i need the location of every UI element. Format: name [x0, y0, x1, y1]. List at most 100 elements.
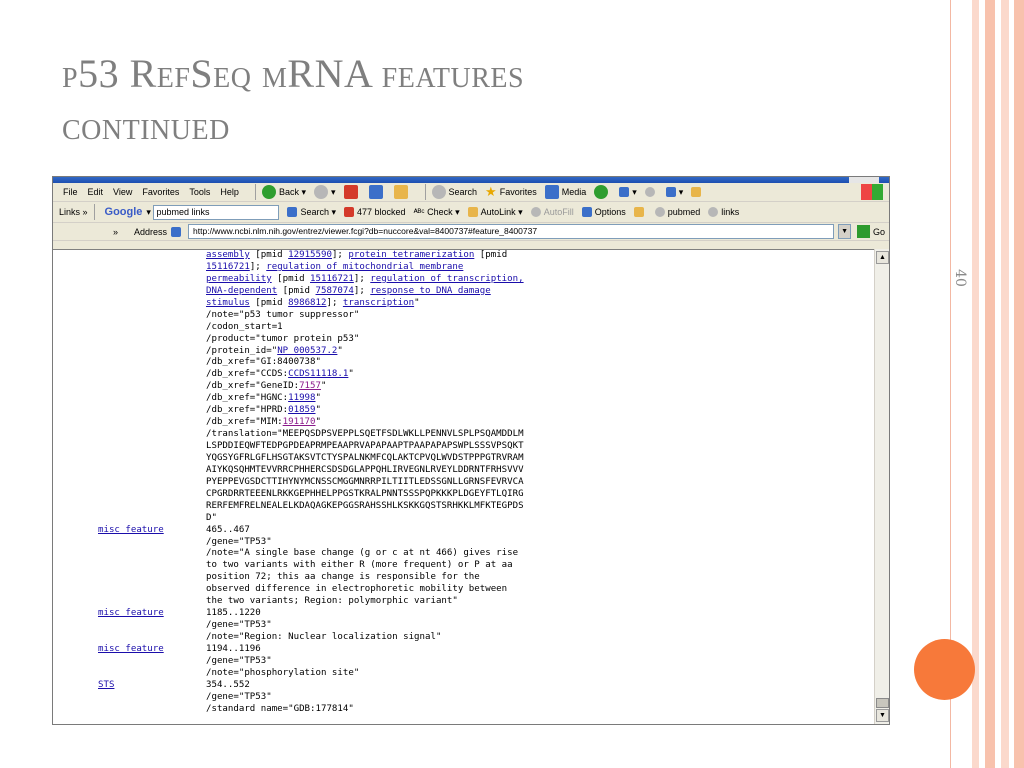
spell-check-button[interactable]: ᴬᴮᶜ Check ▾ [414, 207, 460, 218]
search-label: Search [448, 187, 478, 197]
highlight-button[interactable] [633, 207, 647, 217]
record-link[interactable]: 7587074 [316, 286, 354, 296]
back-button[interactable]: Back ▾ [261, 185, 306, 199]
record-line: /db_xref="GeneID:7157" [53, 381, 524, 393]
record-link[interactable]: assembly [206, 250, 250, 260]
vertical-scrollbar[interactable]: ▲ ▼ [874, 249, 889, 724]
separator [424, 184, 426, 200]
menu-edit[interactable]: Edit [88, 187, 104, 197]
value-text: ]; [353, 285, 371, 296]
options-button[interactable]: Options [581, 207, 626, 217]
record-link[interactable]: 191170 [283, 417, 316, 427]
popup-blocker[interactable]: 477 blocked [344, 207, 406, 217]
value-text: /db_xref="HPRD: [206, 405, 289, 416]
menu-help[interactable]: Help [220, 187, 239, 197]
scroll-up-button[interactable]: ▲ [876, 251, 889, 264]
record-link[interactable]: regulation of mitochondrial membrane [266, 262, 463, 272]
feature-key [53, 453, 206, 465]
feature-key [53, 572, 206, 584]
record-line: LSPDDIEQWFTEDPGPDEAPRMPEAAPRVAPAPAAPTPAA… [53, 441, 524, 453]
feature-key [53, 584, 206, 596]
feature-value: DNA-dependent [pmid 7587074]; response t… [206, 286, 491, 298]
links-term-label: links [721, 207, 740, 217]
autolink-button[interactable]: AutoLink ▾ [467, 207, 523, 218]
links-bar: Links » Google ▾ pubmed links Search ▾ 47… [53, 202, 889, 223]
record-link[interactable]: transcription [343, 298, 414, 308]
edit-button[interactable]: ▾ [665, 187, 683, 198]
favorites-button[interactable]: ★ Favorites [485, 184, 537, 200]
record-link[interactable]: 01859 [288, 405, 315, 415]
value-text: observed difference in electrophoretic m… [206, 584, 508, 595]
feature-value: PYEPPEVGSDCTTIHYNYMCNSSCMGGMNRRPILTIITLE… [206, 477, 524, 489]
feature-key [53, 668, 206, 680]
chevron-icon[interactable]: » [113, 227, 118, 237]
record-link[interactable]: protein tetramerization [348, 250, 474, 260]
feature-key-link[interactable]: misc_feature [98, 644, 164, 654]
record-link[interactable]: NP_000537.2 [277, 346, 337, 356]
print-button[interactable] [644, 187, 658, 197]
go-arrow-icon[interactable] [857, 225, 871, 238]
home-button[interactable] [393, 185, 411, 199]
google-search-button[interactable]: Search ▾ [287, 207, 336, 218]
decorative-circle [914, 639, 975, 700]
feature-key: misc_feature [53, 608, 206, 620]
star-icon: ★ [485, 184, 497, 199]
feature-value: 1194..1196 [206, 644, 261, 656]
feature-key-link[interactable]: misc_feature [98, 608, 164, 618]
search-button[interactable]: Search [431, 185, 478, 199]
scroll-thumb[interactable] [876, 698, 889, 708]
record-link[interactable]: response to DNA damage [370, 286, 490, 296]
address-dropdown[interactable]: ▼ [838, 224, 852, 239]
refresh-button[interactable] [368, 185, 386, 199]
feature-value: to two variants with either R (more freq… [206, 560, 513, 572]
favorites-label: Favorites [499, 187, 537, 197]
value-text: ]; [249, 261, 267, 272]
record-link[interactable]: CCDS11118.1 [288, 369, 348, 379]
feature-key [53, 286, 206, 298]
feature-key-link[interactable]: misc_feature [98, 525, 164, 535]
feature-value: /standard name="GDB:177814" [206, 704, 354, 716]
media-button[interactable]: Media [544, 185, 586, 199]
record-link[interactable]: regulation of transcription, [370, 274, 523, 284]
record-link[interactable]: 15116721 [206, 262, 250, 272]
menu-view[interactable]: View [113, 187, 132, 197]
record-link[interactable]: 8986812 [288, 298, 326, 308]
google-logo[interactable]: Google [105, 206, 143, 218]
go-button[interactable]: Go [873, 227, 885, 237]
links-label[interactable]: Links [59, 207, 80, 217]
record-link[interactable]: stimulus [206, 298, 250, 308]
menu-file[interactable]: File [63, 187, 78, 197]
record-line: /translation="MEEPQSDPSVEPPLSQETFSDLWKLL… [53, 429, 524, 441]
value-text: PYEPPEVGSDCTTIHYNYMCNSSCMGGMNRRPILTIITLE… [206, 476, 524, 487]
record-link[interactable]: 12915590 [288, 250, 332, 260]
options-icon [581, 207, 592, 217]
feature-value: /note="phosphorylation site" [206, 668, 359, 680]
links-term-button[interactable]: links [708, 207, 739, 217]
folder-button[interactable] [691, 187, 704, 197]
menu-favorites[interactable]: Favorites [142, 187, 179, 197]
value-text: RERFEMFRELNEALELKDAQAGKEPGGSRAHSSHLKSKKG… [206, 500, 524, 511]
feature-value: AIYKQSQHMTEVVRRCPHHERCSDSDGLAPPQHLIRVEGN… [206, 465, 524, 477]
stop-button[interactable] [343, 185, 361, 199]
history-button[interactable] [594, 185, 611, 199]
record-link[interactable]: permeability [206, 274, 272, 284]
autofill-button[interactable]: AutoFill [530, 207, 574, 217]
address-input[interactable]: http://www.ncbi.nlm.nih.gov/entrez/viewe… [188, 224, 835, 239]
mail-button[interactable]: ▾ [619, 187, 637, 198]
google-search-input[interactable]: pubmed links [153, 204, 280, 220]
record-line: /codon_start=1 [53, 322, 524, 334]
scroll-down-button[interactable]: ▼ [876, 709, 889, 722]
feature-key [53, 465, 206, 477]
record-link[interactable]: DNA-dependent [206, 286, 277, 296]
record-link[interactable]: 11998 [288, 393, 315, 403]
record-link[interactable]: 7157 [299, 381, 321, 391]
record-link[interactable]: 15116721 [310, 274, 354, 284]
forward-button[interactable]: ▾ [313, 185, 336, 199]
feature-value: /note="A single base change (g or c at n… [206, 548, 518, 560]
blocked-icon [344, 207, 355, 217]
menu-tools[interactable]: Tools [189, 187, 210, 197]
value-text: [pmid [277, 285, 316, 296]
feature-key-link[interactable]: STS [98, 680, 114, 690]
pubmed-button[interactable]: pubmed [654, 207, 700, 217]
value-text: /note="Region: Nuclear localization sign… [206, 632, 442, 642]
